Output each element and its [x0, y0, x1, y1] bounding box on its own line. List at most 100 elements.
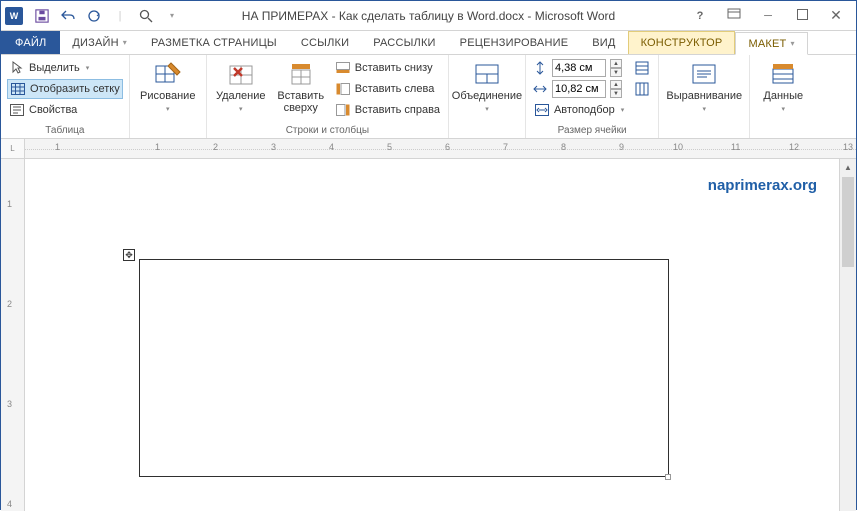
save-icon[interactable] — [31, 5, 53, 27]
delete-button[interactable]: Удаление ▾ — [213, 58, 269, 115]
ruler-tick: 2 — [7, 299, 12, 309]
insert-top-button[interactable]: Вставить сверху — [273, 58, 329, 116]
insert-right-label: Вставить справа — [355, 104, 440, 116]
merge-label: Объединение — [452, 90, 522, 102]
zoom-icon[interactable] — [135, 5, 157, 27]
insert-top-icon — [287, 60, 315, 88]
insert-left-button[interactable]: Вставить слева — [333, 79, 442, 99]
spinner-up-icon[interactable]: ▲ — [610, 80, 622, 89]
grid-icon — [10, 81, 26, 97]
horizontal-ruler[interactable]: 1 1 2 3 4 5 6 7 8 9 10 11 12 13 — [25, 139, 856, 158]
properties-icon — [9, 102, 25, 118]
pencil-table-icon — [154, 60, 182, 88]
alignment-label: Выравнивание — [666, 90, 742, 102]
autofit-icon — [534, 102, 550, 118]
spinner-up-icon[interactable]: ▲ — [610, 59, 622, 68]
undo-icon[interactable] — [57, 5, 79, 27]
show-grid-button[interactable]: Отобразить сетку — [7, 79, 123, 99]
tab-maket[interactable]: МАКЕТ ▾ — [735, 32, 807, 55]
properties-label: Свойства — [29, 104, 77, 116]
table-move-handle-icon[interactable]: ✥ — [123, 249, 135, 261]
autofit-label: Автоподбор — [554, 104, 615, 116]
distribute-cols-icon — [634, 81, 650, 97]
insert-right-button[interactable]: Вставить справа — [333, 100, 442, 120]
ruler-tick: 1 — [155, 142, 160, 152]
qat-customize-icon[interactable]: ▾ — [161, 5, 183, 27]
word-app-icon: W — [5, 7, 23, 25]
chevron-down-icon: ▾ — [123, 38, 127, 47]
tab-design[interactable]: ДИЗАЙН ▾ — [60, 31, 139, 54]
tab-maket-label: МАКЕТ — [748, 38, 786, 50]
alignment-button[interactable]: Выравнивание ▾ — [665, 58, 743, 115]
merge-button[interactable]: Объединение ▾ — [455, 58, 519, 115]
show-grid-label: Отобразить сетку — [30, 83, 120, 95]
drawing-label: Рисование — [140, 90, 195, 102]
chevron-down-icon: ▾ — [702, 105, 706, 113]
distribute-rows-button[interactable] — [632, 58, 652, 78]
table-resize-handle-icon[interactable] — [665, 474, 671, 480]
spinner-down-icon[interactable]: ▼ — [610, 89, 622, 98]
properties-button[interactable]: Свойства — [7, 100, 123, 120]
select-button[interactable]: Выделить ▾ — [7, 58, 123, 78]
chevron-down-icon: ▾ — [166, 105, 170, 113]
tab-design-label: ДИЗАЙН — [72, 37, 118, 49]
data-button[interactable]: Данные ▾ — [756, 58, 810, 115]
row-height-input[interactable] — [552, 59, 606, 77]
group-draw-label — [136, 124, 200, 138]
chevron-down-icon: ▾ — [485, 105, 489, 113]
chevron-down-icon: ▾ — [86, 64, 90, 72]
col-width-input[interactable] — [552, 80, 606, 98]
tab-mailings[interactable]: РАССЫЛКИ — [361, 31, 447, 54]
group-table-label: Таблица — [7, 124, 123, 138]
ruler-tick: 1 — [7, 199, 12, 209]
row-height-icon — [532, 60, 548, 76]
tab-references[interactable]: ССЫЛКИ — [289, 31, 361, 54]
col-width-icon — [532, 81, 548, 97]
ruler-tick: 2 — [213, 142, 218, 152]
group-rows-cols-label: Строки и столбцы — [213, 124, 442, 138]
chevron-down-icon: ▾ — [621, 106, 625, 114]
ruler-tick: 8 — [561, 142, 566, 152]
ruler-tick: 6 — [445, 142, 450, 152]
select-label: Выделить — [29, 62, 80, 74]
window-title: НА ПРИМЕРАХ - Как сделать таблицу в Word… — [242, 9, 615, 23]
insert-bottom-button[interactable]: Вставить снизу — [333, 58, 442, 78]
qat-divider: | — [109, 5, 131, 27]
minimize-icon[interactable]: ─ — [758, 10, 778, 22]
vertical-scrollbar[interactable]: ▲ — [839, 159, 856, 511]
chevron-down-icon: ▾ — [790, 39, 794, 48]
group-merge-label — [455, 124, 519, 138]
tab-review[interactable]: РЕЦЕНЗИРОВАНИЕ — [448, 31, 581, 54]
tab-view[interactable]: ВИД — [580, 31, 627, 54]
vertical-ruler[interactable]: 1 2 3 4 — [1, 159, 25, 511]
watermark-text: naprimerax.org — [708, 177, 817, 194]
ribbon-display-icon[interactable] — [724, 8, 744, 23]
maximize-icon[interactable] — [792, 9, 812, 23]
redo-icon[interactable] — [83, 5, 105, 27]
ruler-tick: 10 — [673, 142, 683, 152]
drawing-button[interactable]: Рисование ▾ — [136, 58, 200, 115]
ruler-tick: 3 — [7, 399, 12, 409]
distribute-rows-icon — [634, 60, 650, 76]
tab-file[interactable]: ФАЙЛ — [1, 31, 60, 54]
scroll-thumb[interactable] — [842, 177, 854, 267]
tab-constructor[interactable]: КОНСТРУКТОР — [628, 31, 736, 54]
close-icon[interactable]: ✕ — [826, 7, 846, 24]
group-align-label — [665, 124, 743, 138]
document-page[interactable]: naprimerax.org ✥ — [25, 159, 839, 511]
tab-page-layout[interactable]: РАЗМЕТКА СТРАНИЦЫ — [139, 31, 289, 54]
ruler-tick: 12 — [789, 142, 799, 152]
delete-table-icon — [227, 60, 255, 88]
autofit-button[interactable]: Автоподбор ▾ — [532, 100, 626, 120]
ruler-tick: 1 — [55, 142, 60, 152]
spinner-down-icon[interactable]: ▼ — [610, 68, 622, 77]
scroll-up-icon[interactable]: ▲ — [840, 159, 856, 175]
distribute-cols-button[interactable] — [632, 79, 652, 99]
group-data-label — [756, 124, 810, 138]
document-table[interactable] — [139, 259, 669, 477]
ruler-tick: 5 — [387, 142, 392, 152]
ruler-tick: 4 — [329, 142, 334, 152]
help-icon[interactable]: ? — [690, 10, 710, 22]
ruler-tick: 3 — [271, 142, 276, 152]
insert-top-label: Вставить сверху — [275, 90, 327, 114]
